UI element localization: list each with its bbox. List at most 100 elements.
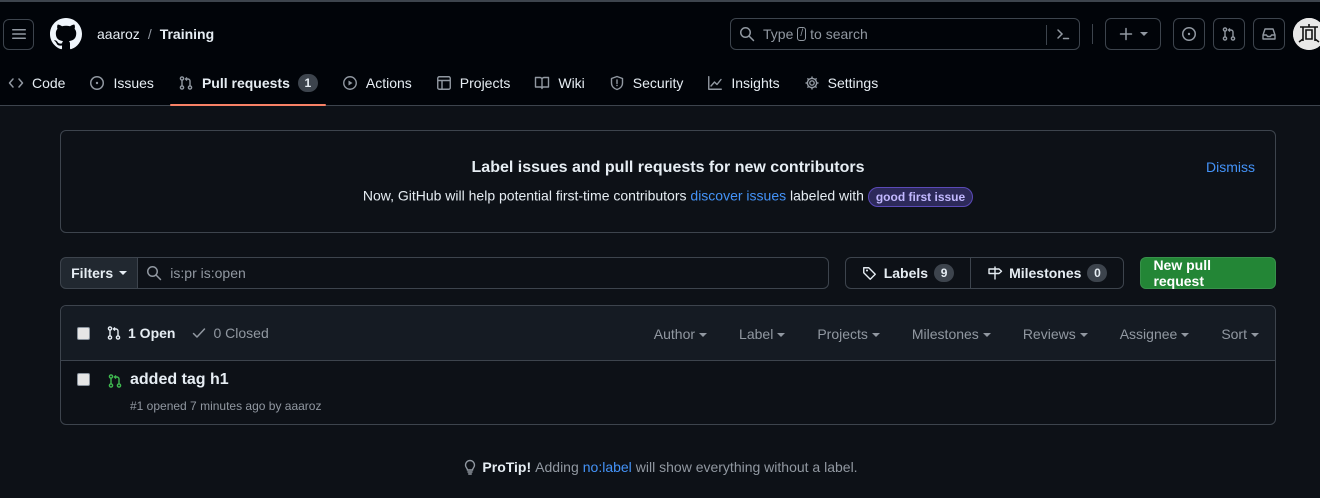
- milestones-button[interactable]: Milestones 0: [970, 258, 1123, 288]
- tab-code[interactable]: Code: [0, 66, 73, 100]
- repo-nav: Code Issues Pull requests 1 Actions Proj…: [0, 66, 886, 108]
- projects-filter[interactable]: Projects: [801, 326, 896, 342]
- github-mark-icon: [50, 18, 82, 50]
- header-divider: [1092, 24, 1093, 44]
- reviews-filter[interactable]: Reviews: [1007, 326, 1104, 342]
- select-all-checkbox[interactable]: [77, 326, 90, 340]
- tab-actions[interactable]: Actions: [334, 66, 420, 100]
- tab-wiki[interactable]: Wiki: [526, 66, 592, 100]
- breadcrumb: aaaroz / Training: [97, 26, 214, 42]
- reviews-filter-label: Reviews: [1022, 325, 1076, 342]
- triangle-down-icon: [119, 271, 128, 275]
- milestone-icon: [988, 266, 1003, 280]
- filter-search-input[interactable]: is:pr is:open: [138, 257, 829, 289]
- table-icon: [436, 76, 451, 90]
- contributors-banner: Label issues and pull requests for new c…: [60, 130, 1276, 233]
- labels-button[interactable]: Labels 9: [846, 258, 970, 288]
- filters-button-label: Filters: [71, 265, 114, 281]
- global-search[interactable]: Type / to search: [730, 18, 1080, 50]
- caret-down-icon: [1181, 332, 1190, 337]
- closed-filter[interactable]: 0 Closed: [191, 325, 269, 341]
- filter-bar: Filters is:pr is:open Labels 9 Milestone…: [60, 257, 1276, 289]
- new-pull-request-button[interactable]: New pull request: [1140, 257, 1276, 289]
- pull-requests-count: 1: [297, 74, 318, 92]
- tab-security-label: Security: [632, 75, 684, 91]
- header-actions: [1092, 18, 1320, 50]
- pull-request-title[interactable]: added tag h1: [130, 371, 229, 389]
- tab-insights-label: Insights: [731, 75, 780, 91]
- owner-link[interactable]: aaaroz: [97, 26, 140, 42]
- tab-settings[interactable]: Settings: [796, 66, 887, 100]
- banner-text-after: labeled with: [790, 187, 864, 204]
- author-filter[interactable]: Author: [638, 326, 723, 342]
- git-pull-request-icon: [1222, 27, 1236, 41]
- inbox-button[interactable]: [1253, 18, 1285, 50]
- dismiss-button[interactable]: Dismiss: [1206, 159, 1255, 175]
- no-label-link[interactable]: no:label: [583, 459, 632, 475]
- tab-wiki-label: Wiki: [558, 75, 585, 91]
- list-header: 1 Open 0 Closed Author Label Projects Mi…: [61, 306, 1275, 361]
- caret-down-icon: [871, 332, 880, 337]
- menu-button[interactable]: [3, 18, 34, 50]
- pull-requests-button[interactable]: [1213, 18, 1245, 50]
- issue-opened-icon: [1182, 27, 1196, 41]
- tab-security[interactable]: Security: [601, 66, 692, 100]
- row-checkbox[interactable]: [77, 373, 90, 386]
- breadcrumb-separator: /: [147, 26, 152, 42]
- open-filter[interactable]: 1 Open: [106, 325, 175, 341]
- labels-milestones-group: Labels 9 Milestones 0: [844, 257, 1125, 289]
- issues-button[interactable]: [1173, 18, 1205, 50]
- banner-title: Label issues and pull requests for new c…: [471, 159, 865, 176]
- repo-link[interactable]: Training: [160, 26, 214, 42]
- book-icon: [535, 76, 550, 90]
- search-placeholder-prefix: Type: [763, 26, 794, 42]
- protip-before: Adding: [535, 459, 579, 475]
- code-icon: [8, 78, 24, 88]
- protip: ProTip! Adding no:label will show everyt…: [0, 459, 1320, 475]
- milestones-count: 0: [1087, 264, 1108, 282]
- filters-button[interactable]: Filters: [60, 257, 139, 289]
- projects-filter-label: Projects: [817, 325, 868, 342]
- good-first-issue-label[interactable]: good first issue: [867, 187, 974, 207]
- tab-pull-requests[interactable]: Pull requests 1: [169, 66, 326, 106]
- caret-down-icon: [1251, 332, 1259, 337]
- protip-lead: ProTip!: [482, 459, 532, 475]
- light-bulb-icon: [465, 459, 476, 475]
- labels-count: 9: [934, 264, 955, 282]
- hamburger-icon: [11, 29, 26, 39]
- search-divider: [1046, 25, 1047, 45]
- pull-request-list: 1 Open 0 Closed Author Label Projects Mi…: [60, 305, 1276, 425]
- tab-projects-label: Projects: [459, 75, 511, 91]
- sort-dropdown-label: Sort: [1221, 325, 1247, 342]
- discover-issues-link[interactable]: discover issues: [690, 188, 786, 204]
- search-icon: [740, 27, 755, 42]
- list-item: added tag h1 #1 opened 7 minutes ago by …: [61, 361, 1275, 424]
- create-new-button[interactable]: [1105, 18, 1161, 50]
- open-pull-request-icon: [107, 373, 123, 389]
- author-filter-label: Author: [653, 325, 696, 342]
- github-logo[interactable]: [50, 18, 82, 50]
- label-filter[interactable]: Label: [723, 326, 801, 342]
- inbox-icon: [1262, 28, 1276, 40]
- milestones-filter[interactable]: Milestones: [896, 326, 1007, 342]
- graph-icon: [708, 76, 723, 90]
- search-shortcut-key: /: [797, 27, 807, 41]
- shield-icon: [610, 75, 623, 91]
- tab-insights[interactable]: Insights: [699, 66, 787, 100]
- plus-icon: [1119, 27, 1133, 41]
- tab-actions-label: Actions: [365, 75, 412, 91]
- assignee-filter[interactable]: Assignee: [1104, 326, 1206, 342]
- avatar[interactable]: [1293, 18, 1320, 50]
- tab-issues[interactable]: Issues: [81, 66, 161, 100]
- sort-dropdown[interactable]: Sort: [1205, 326, 1275, 342]
- tab-pull-requests-label: Pull requests: [201, 75, 290, 91]
- gear-icon: [805, 76, 819, 90]
- tab-projects[interactable]: Projects: [428, 66, 519, 100]
- command-palette-button[interactable]: [1055, 26, 1071, 42]
- search-icon: [147, 266, 162, 281]
- play-icon: [342, 76, 357, 90]
- filter-query-value: is:pr is:open: [170, 265, 246, 281]
- label-filter-label: Label: [739, 325, 774, 342]
- tab-issues-label: Issues: [113, 75, 154, 91]
- search-placeholder-suffix: to search: [810, 26, 868, 42]
